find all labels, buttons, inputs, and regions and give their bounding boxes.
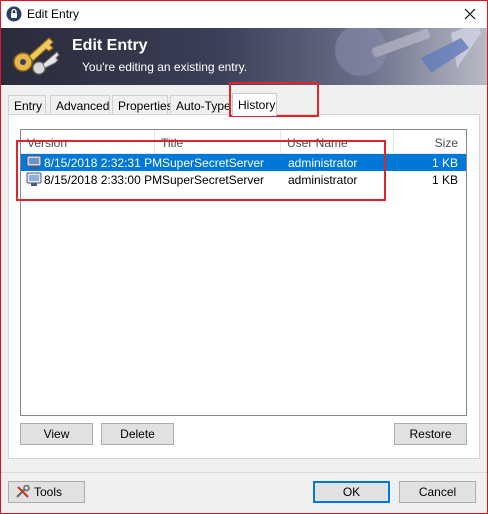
column-size[interactable]: Size bbox=[394, 130, 466, 154]
history-panel: Version Title User Name Size 8/15/2018 2… bbox=[8, 114, 480, 459]
row-version: 8/15/2018 2:33:00 PM bbox=[44, 173, 163, 187]
banner-subtitle: You're editing an existing entry. bbox=[82, 60, 248, 74]
tools-icon bbox=[15, 484, 31, 502]
history-list-header: Version Title User Name Size bbox=[21, 130, 466, 154]
close-icon[interactable] bbox=[459, 3, 481, 25]
tab-history[interactable]: History bbox=[232, 93, 277, 116]
tab-advanced[interactable]: Advanced bbox=[50, 95, 110, 115]
tab-properties[interactable]: Properties bbox=[112, 95, 173, 115]
row-user-name: administrator bbox=[288, 156, 358, 170]
header-banner: Edit Entry You're editing an existing en… bbox=[1, 28, 487, 85]
row-user-name: administrator bbox=[288, 173, 358, 187]
entry-version-icon bbox=[26, 172, 42, 187]
row-size: 1 KB bbox=[431, 173, 458, 187]
banner-decoration-icon bbox=[335, 28, 481, 76]
entry-version-icon bbox=[26, 155, 42, 170]
column-user-name[interactable]: User Name bbox=[281, 130, 394, 154]
tools-button[interactable]: Tools bbox=[8, 481, 85, 503]
history-row[interactable]: 8/15/2018 2:33:00 PM SuperSecretServer a… bbox=[21, 171, 466, 188]
view-button[interactable]: View bbox=[20, 423, 93, 445]
app-lock-icon bbox=[6, 6, 22, 22]
delete-button[interactable]: Delete bbox=[101, 423, 174, 445]
window-title: Edit Entry bbox=[27, 7, 80, 21]
keys-icon bbox=[13, 37, 60, 75]
column-version[interactable]: Version bbox=[21, 130, 155, 154]
restore-button[interactable]: Restore bbox=[394, 423, 467, 445]
banner-title: Edit Entry bbox=[72, 37, 148, 54]
tools-label: Tools bbox=[34, 485, 63, 499]
tab-auto-type[interactable]: Auto-Type bbox=[170, 95, 231, 115]
cancel-button[interactable]: Cancel bbox=[399, 481, 476, 503]
row-title: SuperSecretServer bbox=[162, 156, 265, 170]
column-title[interactable]: Title bbox=[155, 130, 281, 154]
row-title: SuperSecretServer bbox=[162, 173, 265, 187]
title-bar: Edit Entry bbox=[1, 1, 487, 28]
footer-separator bbox=[1, 472, 487, 473]
ok-button[interactable]: OK bbox=[313, 481, 390, 503]
tab-entry[interactable]: Entry bbox=[8, 95, 46, 115]
row-size: 1 KB bbox=[431, 156, 458, 170]
history-list[interactable]: Version Title User Name Size 8/15/2018 2… bbox=[20, 129, 467, 416]
row-version: 8/15/2018 2:32:31 PM bbox=[44, 156, 163, 170]
edit-entry-dialog: Edit Entry Edit Entry You're editing an … bbox=[0, 0, 488, 514]
history-row[interactable]: 8/15/2018 2:32:31 PM SuperSecretServer a… bbox=[21, 154, 466, 171]
